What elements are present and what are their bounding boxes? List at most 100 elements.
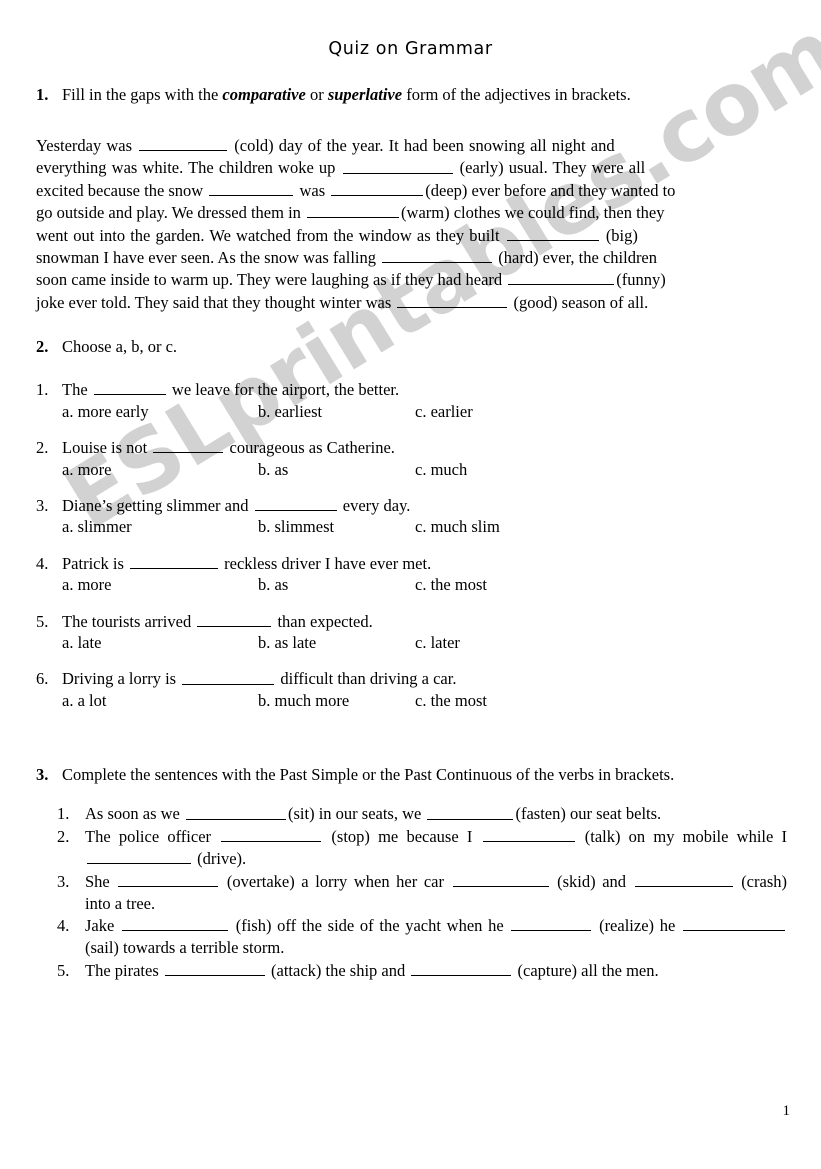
mcq-option-c[interactable]: c. much slim <box>415 516 500 537</box>
answer-gap[interactable] <box>634 871 733 887</box>
list-item: 1. As soon as we (sit) in our seats, we (… <box>36 803 787 825</box>
list-item-number: 4. <box>57 916 70 936</box>
mcq-option-c[interactable]: c. earlier <box>415 401 473 422</box>
exercise-2-questions: 1. The we leave for the airport, the bett… <box>36 379 787 726</box>
text-run: Patrick is <box>62 553 128 573</box>
answer-gap[interactable] <box>254 495 337 512</box>
answer-gap[interactable] <box>197 611 272 627</box>
worksheet-content: 1. Fill in the gaps with the comparative … <box>36 84 787 982</box>
mcq-question-number: 5. <box>36 611 49 631</box>
text-run: reckless driver I have ever met. <box>220 553 432 573</box>
text-run: As soon as we <box>85 804 184 824</box>
mcq-options: a. a lot b. much more c. the most <box>36 690 787 712</box>
list-item: 2. The police officer (stop) me because I… <box>36 826 787 871</box>
exercise-1-heading: 1. Fill in the gaps with the comparative … <box>36 84 787 105</box>
exercise-1-instruction-post: form of the adjectives in brackets. <box>402 85 631 104</box>
text-run: The tourists arrived <box>62 611 196 631</box>
mcq-option-a[interactable]: a. more <box>62 574 111 595</box>
mcq-option-b[interactable]: b. slimmest <box>258 516 334 537</box>
answer-gap[interactable] <box>130 553 218 569</box>
exercise-1-emphasis-comparative: comparative <box>222 85 306 104</box>
answer-gap[interactable] <box>511 915 592 932</box>
mcq-option-a[interactable]: a. slimmer <box>62 516 132 537</box>
mcq-question: 1. The we leave for the airport, the bett… <box>36 379 787 401</box>
list-item-number: 3. <box>57 871 70 891</box>
answer-gap[interactable] <box>397 292 508 308</box>
answer-gap[interactable] <box>683 915 785 932</box>
answer-gap[interactable] <box>508 269 615 286</box>
mcq-option-a[interactable]: a. a lot <box>62 690 106 711</box>
mcq-option-c[interactable]: c. the most <box>415 574 487 595</box>
answer-gap[interactable] <box>342 157 453 174</box>
mcq-options: a. more b. as c. much <box>36 459 787 481</box>
answer-gap[interactable] <box>209 180 294 196</box>
mcq-item: 5. The tourists arrived than expected. a. … <box>36 611 787 669</box>
cloze-line: snowman I have ever seen. As the snow wa… <box>36 247 787 269</box>
answer-gap[interactable] <box>186 803 286 820</box>
text-run: The police officer <box>85 826 220 846</box>
text-run: (early) usual. They were all <box>454 158 646 178</box>
mcq-option-c[interactable]: c. the most <box>415 690 487 711</box>
answer-gap[interactable] <box>118 871 219 887</box>
answer-gap[interactable] <box>182 668 275 685</box>
text-run: (good) season of all. <box>509 292 649 312</box>
answer-gap[interactable] <box>307 202 400 219</box>
text-run: (cold) day of the year. It had been snow… <box>229 136 615 156</box>
answer-gap[interactable] <box>153 437 224 454</box>
cloze-line: everything was white. The children woke … <box>36 157 787 179</box>
mcq-item: 6. Driving a lorry is difficult than driv… <box>36 668 787 726</box>
list-item: 5. The pirates (attack) the ship and (cap… <box>36 960 787 982</box>
worksheet-page: Quiz on Grammar 1. Fill in the gaps with … <box>0 0 821 1169</box>
text-run: The <box>62 380 92 400</box>
text-run: (talk) on my mobile while I <box>576 826 787 846</box>
exercise-1-instruction-mid: or <box>305 85 328 104</box>
answer-gap[interactable] <box>221 826 322 842</box>
mcq-option-a[interactable]: a. more <box>62 459 111 480</box>
answer-gap[interactable] <box>427 803 514 820</box>
mcq-option-b[interactable]: b. as late <box>258 632 316 653</box>
mcq-question-number: 6. <box>36 669 49 689</box>
mcq-question-number: 2. <box>36 437 49 457</box>
text-run: soon came inside to warm up. They were l… <box>36 270 507 290</box>
cloze-line: go outside and play. We dressed them in … <box>36 202 787 224</box>
mcq-option-b[interactable]: b. as <box>258 459 288 480</box>
mcq-option-a[interactable]: a. late <box>62 632 101 653</box>
mcq-option-b[interactable]: b. earliest <box>258 401 322 422</box>
exercise-3-heading: 3. Complete the sentences with the Past S… <box>36 764 787 785</box>
text-run: (hard) ever, the children <box>494 248 658 268</box>
answer-gap[interactable] <box>331 180 424 196</box>
mcq-option-b[interactable]: b. much more <box>258 690 349 711</box>
answer-gap[interactable] <box>164 960 265 976</box>
list-item-number: 1. <box>57 804 70 824</box>
mcq-option-c[interactable]: c. later <box>415 632 460 653</box>
text-run: we leave for the airport, the better. <box>167 380 400 400</box>
text-run: (skid) and <box>550 871 633 891</box>
text-run: (sail) towards a terrible storm. <box>85 938 285 958</box>
mcq-option-a[interactable]: a. more early <box>62 401 149 422</box>
mcq-options: a. slimmer b. slimmest c. much slim <box>36 516 787 538</box>
mcq-question: 6. Driving a lorry is difficult than driv… <box>36 668 787 690</box>
exercise-1-emphasis-superlative: superlative <box>327 85 403 104</box>
text-run: go outside and play. We dressed them in <box>36 203 306 223</box>
text-run: snowman I have ever seen. As the snow wa… <box>36 248 381 268</box>
answer-gap[interactable] <box>382 247 493 264</box>
answer-gap[interactable] <box>93 379 166 396</box>
answer-gap[interactable] <box>482 826 575 842</box>
answer-gap[interactable] <box>87 848 191 865</box>
answer-gap[interactable] <box>411 960 512 976</box>
mcq-option-b[interactable]: b. as <box>258 574 288 595</box>
cloze-line: Yesterday was (cold) day of the year. It… <box>36 135 787 157</box>
text-run: Yesterday was <box>36 136 138 156</box>
mcq-question-number: 4. <box>36 553 49 573</box>
answer-gap[interactable] <box>139 135 228 152</box>
cloze-line: joke ever told. They said that they thou… <box>36 292 787 314</box>
text-run: (warm) clothes we could find, then they <box>401 203 665 223</box>
answer-gap[interactable] <box>122 915 229 932</box>
text-run: She <box>85 871 117 891</box>
answer-gap[interactable] <box>452 871 549 887</box>
exercise-1-number: 1. <box>36 85 49 104</box>
answer-gap[interactable] <box>506 225 599 241</box>
mcq-item: 2. Louise is not courageous as Catherine.… <box>36 437 787 495</box>
mcq-option-c[interactable]: c. much <box>415 459 467 480</box>
exercise-3-items: 1. As soon as we (sit) in our seats, we (… <box>36 803 787 982</box>
